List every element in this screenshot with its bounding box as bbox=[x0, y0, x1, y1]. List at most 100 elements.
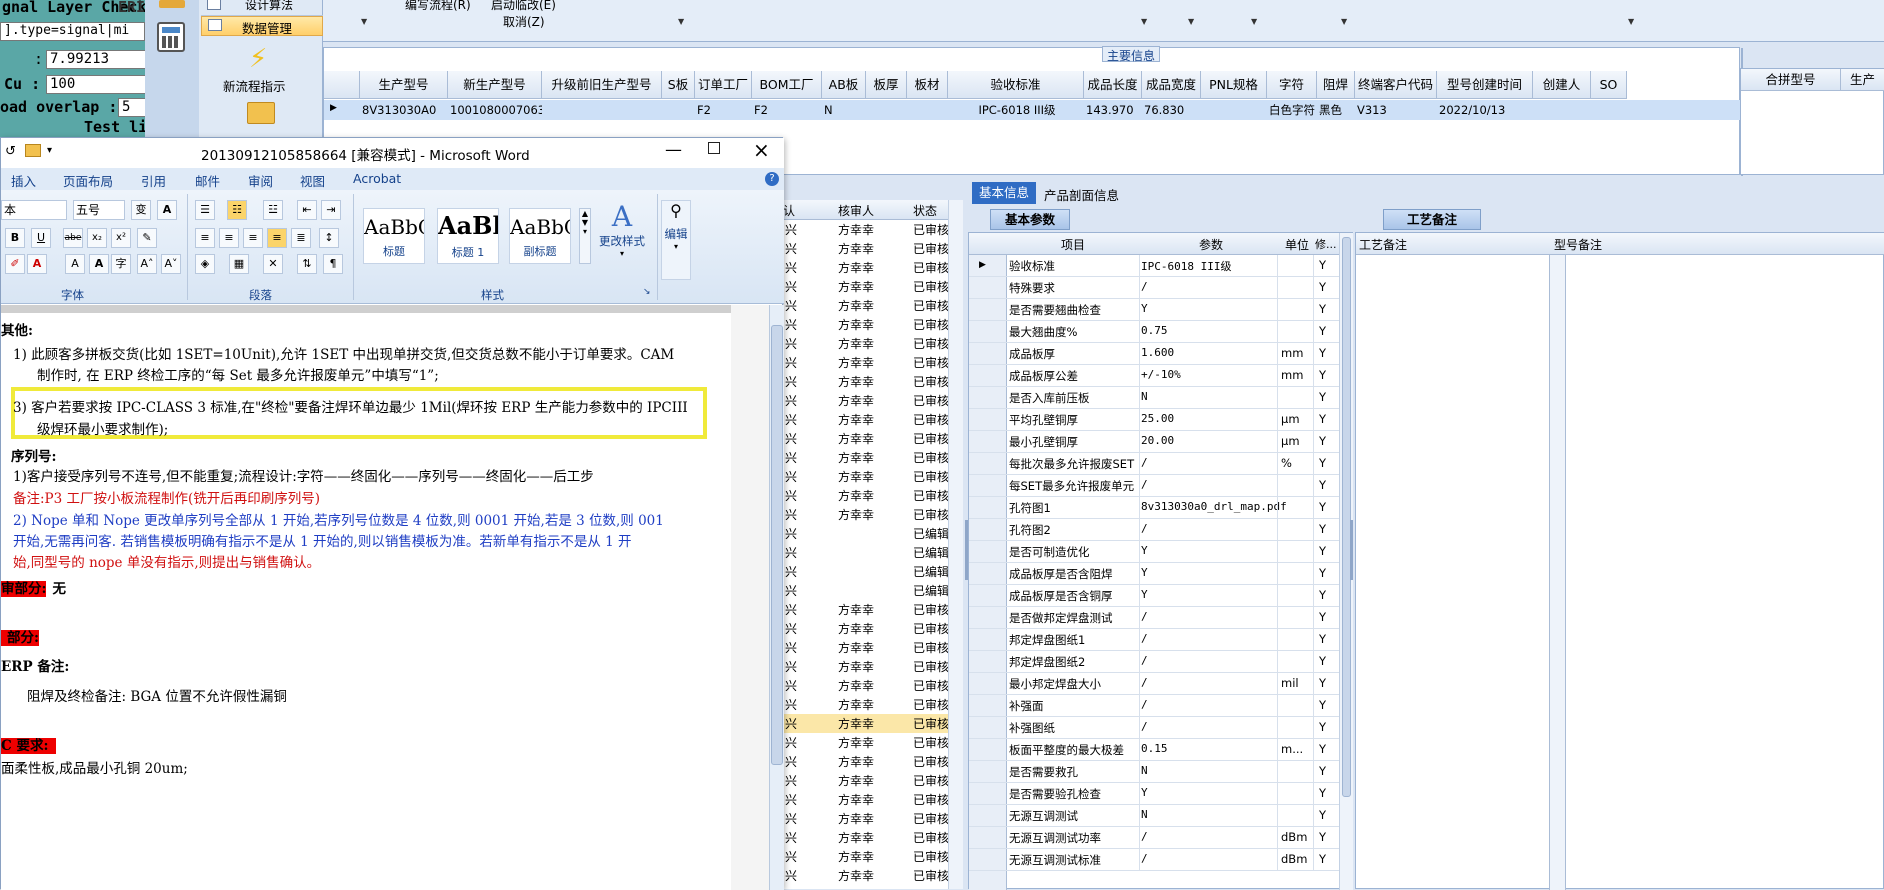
param-value[interactable]: 0.15 bbox=[1141, 742, 1168, 755]
param-value[interactable]: Y bbox=[1141, 302, 1148, 315]
craft-scrollbar[interactable] bbox=[1550, 255, 1566, 890]
col-item[interactable]: 项目 bbox=[1061, 236, 1085, 253]
col-craft-notes[interactable]: 工艺备注 bbox=[1359, 236, 1407, 253]
shrink-font-icon[interactable]: A˅ bbox=[161, 254, 181, 274]
param-row[interactable]: 平均孔壁铜厚 25.00 μm Y bbox=[969, 409, 1339, 431]
param-row[interactable]: 特殊要求 / Y bbox=[969, 277, 1339, 299]
param-row[interactable]: 是否需要救孔 N Y bbox=[969, 761, 1339, 783]
col-status[interactable]: 状态 bbox=[913, 202, 937, 219]
param-value[interactable]: N bbox=[1141, 390, 1148, 403]
review-list-row[interactable]: 兴 已编辑 bbox=[783, 524, 963, 543]
grow-font-icon[interactable]: A˄ bbox=[137, 254, 157, 274]
param-value[interactable]: / bbox=[1141, 280, 1148, 293]
tab-page-layout[interactable]: 页面布局 bbox=[63, 171, 113, 190]
order-col-header[interactable]: S板 bbox=[662, 71, 695, 99]
col-editor[interactable]: 认 bbox=[783, 202, 795, 219]
param-value[interactable]: / bbox=[1141, 632, 1148, 645]
col-param[interactable]: 参数 bbox=[1199, 236, 1223, 253]
param-row[interactable]: 成品板厚是否含铜厚 Y Y bbox=[969, 585, 1339, 607]
review-list-row[interactable]: 兴 方幸幸 已审核 bbox=[783, 866, 963, 885]
param-value[interactable]: Y bbox=[1141, 544, 1148, 557]
review-list-row[interactable]: 兴 方幸幸 已审核 bbox=[783, 752, 963, 771]
scroll-thumb[interactable] bbox=[1342, 237, 1351, 797]
char-shading-icon[interactable]: A bbox=[65, 254, 85, 274]
scroll-thumb[interactable] bbox=[771, 325, 783, 765]
order-col-header[interactable]: 型号创建时间 bbox=[1437, 71, 1533, 99]
param-row[interactable]: 邦定焊盘图纸2 / Y bbox=[969, 651, 1339, 673]
param-value[interactable]: / bbox=[1141, 456, 1148, 469]
splitter-handle[interactable] bbox=[1350, 520, 1353, 580]
tab-profile-info[interactable]: 产品剖面信息 bbox=[1044, 185, 1119, 204]
review-list-row[interactable]: 兴 方幸幸 已审核 bbox=[783, 429, 963, 448]
review-list-row[interactable]: 兴 方幸幸 已审核 bbox=[783, 657, 963, 676]
param-row[interactable]: 成品板厚公差 +/-10% mm Y bbox=[969, 365, 1339, 387]
param-row[interactable]: 无源互调测试 N Y bbox=[969, 805, 1339, 827]
toolbox-icon[interactable] bbox=[159, 0, 185, 8]
menu-cancel[interactable]: 取消(Z) bbox=[503, 13, 545, 30]
strikethrough-icon[interactable]: abe bbox=[63, 228, 83, 248]
review-list-row[interactable]: 兴 方幸幸 已审核 bbox=[783, 220, 963, 239]
param-value[interactable]: 8v313030a0_drl_map.pdf bbox=[1141, 500, 1287, 513]
review-list-row[interactable]: 兴 方幸幸 已审核 bbox=[783, 258, 963, 277]
review-list-row[interactable]: 兴 方幸幸 已审核 bbox=[783, 448, 963, 467]
dropdown-caret-icon[interactable]: ▼ bbox=[1341, 17, 1347, 26]
align-right-icon[interactable]: ≡ bbox=[243, 228, 263, 248]
review-list-row[interactable]: 兴 已编辑 bbox=[783, 581, 963, 600]
param-value[interactable]: / bbox=[1141, 676, 1148, 689]
col-reviewer[interactable]: 核审人 bbox=[838, 202, 874, 219]
order-col-header[interactable]: 创建人 bbox=[1533, 71, 1591, 99]
dialog-launcher-icon[interactable]: ↘ bbox=[643, 287, 651, 297]
tab-acrobat[interactable]: Acrobat bbox=[353, 171, 401, 186]
review-list-row[interactable]: 兴 方幸幸 已审核 bbox=[783, 239, 963, 258]
review-list-row[interactable]: 兴 方幸幸 已审核 bbox=[783, 372, 963, 391]
borders-icon[interactable]: ▦ bbox=[229, 254, 249, 274]
review-list-row[interactable]: 兴 方幸幸 已审核 bbox=[783, 315, 963, 334]
col-unit[interactable]: 单位 bbox=[1285, 236, 1309, 253]
style-title[interactable]: AaBbC 标题 bbox=[363, 208, 425, 264]
review-list-row[interactable]: 兴 方幸幸 已审核 bbox=[783, 467, 963, 486]
tab-insert[interactable]: 插入 bbox=[11, 171, 36, 190]
order-col-header[interactable]: AB板 bbox=[822, 71, 866, 99]
bold-alt-icon[interactable]: A bbox=[89, 254, 109, 274]
dropdown-caret-icon[interactable]: ▼ bbox=[678, 17, 684, 26]
close-icon[interactable]: × bbox=[753, 138, 770, 162]
param-row[interactable]: 验收标准 IPC-6018 III级 Y bbox=[969, 255, 1339, 277]
distributed-icon[interactable]: ≣ bbox=[291, 228, 311, 248]
param-row[interactable]: 板面平整度的最大极差 0.15 m... Y bbox=[969, 739, 1339, 761]
chinese-layout-icon[interactable]: ✕ bbox=[263, 254, 283, 274]
dropdown-caret-icon[interactable]: ▼ bbox=[1628, 17, 1634, 26]
param-row[interactable]: 无源互调测试标准 / dBm Y bbox=[969, 849, 1339, 871]
param-row[interactable]: 补强图纸 / Y bbox=[969, 717, 1339, 739]
param-value[interactable]: IPC-6018 III级 bbox=[1141, 258, 1231, 274]
highlight-icon[interactable]: ✐ bbox=[5, 254, 25, 274]
col-merge-model[interactable]: 合拼型号 bbox=[1741, 69, 1841, 91]
review-list-row[interactable]: 兴 方幸幸 已审核 bbox=[783, 353, 963, 372]
review-list-row[interactable]: 兴 方幸幸 已审核 bbox=[783, 771, 963, 790]
increase-indent-icon[interactable]: ⇥ bbox=[321, 200, 341, 220]
param-value[interactable]: / bbox=[1141, 852, 1148, 865]
superscript-icon[interactable]: x² bbox=[111, 228, 131, 248]
justify-icon[interactable]: ≡ bbox=[267, 228, 287, 248]
review-list-row[interactable]: 兴 方幸幸 已审核 bbox=[783, 277, 963, 296]
review-list-row[interactable]: 兴 方幸幸 已审核 bbox=[783, 638, 963, 657]
order-col-header[interactable]: BOM工厂 bbox=[752, 71, 822, 99]
val1-input[interactable]: 7.99213 bbox=[46, 50, 145, 69]
decrease-indent-icon[interactable]: ⇤ bbox=[297, 200, 317, 220]
font-name-box[interactable]: 本 bbox=[1, 200, 67, 220]
type-field[interactable]: ].type=signal|mi bbox=[0, 22, 145, 41]
param-value[interactable]: 1.600 bbox=[1141, 346, 1174, 359]
nav-item-algorithm[interactable]: 设计算法 bbox=[201, 0, 323, 16]
param-row[interactable]: 成品板厚是否含阻焊 Y Y bbox=[969, 563, 1339, 585]
multilevel-list-icon[interactable]: ☳ bbox=[263, 200, 283, 220]
order-col-header[interactable]: 板材 bbox=[907, 71, 948, 99]
line-spacing-icon[interactable]: ↕ bbox=[319, 228, 339, 248]
param-row[interactable]: 是否做邦定焊盘测试 / Y bbox=[969, 607, 1339, 629]
menu-write-flow[interactable]: 编写流程(R) bbox=[405, 0, 471, 13]
param-value[interactable]: 0.75 bbox=[1141, 324, 1168, 337]
col-production[interactable]: 生产 bbox=[1841, 69, 1884, 91]
tab-review[interactable]: 审阅 bbox=[248, 171, 273, 190]
param-value[interactable]: 25.00 bbox=[1141, 412, 1174, 425]
order-col-header[interactable]: 终端客户代码 bbox=[1355, 71, 1437, 99]
param-value[interactable]: / bbox=[1141, 478, 1148, 491]
pad-overlap-input[interactable]: 5 bbox=[118, 98, 145, 117]
